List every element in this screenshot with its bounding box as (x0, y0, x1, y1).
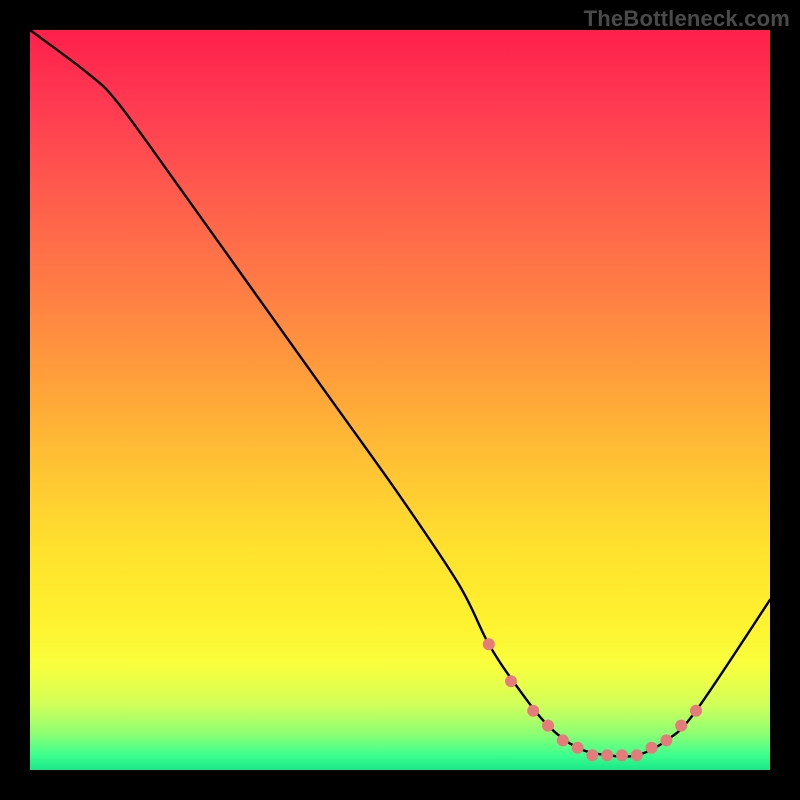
watermark-text: TheBottleneck.com (584, 6, 790, 32)
chart-frame: TheBottleneck.com (0, 0, 800, 800)
highlight-dot (601, 749, 613, 761)
bottleneck-curve (30, 30, 770, 757)
highlight-dot (505, 675, 517, 687)
highlight-dot-group (483, 638, 702, 761)
highlight-dot (675, 720, 687, 732)
highlight-dot (542, 720, 554, 732)
highlight-dot (646, 742, 658, 754)
highlight-dot (586, 749, 598, 761)
highlight-dot (483, 638, 495, 650)
highlight-dot (690, 705, 702, 717)
highlight-dot (527, 705, 539, 717)
highlight-dot (660, 734, 672, 746)
highlight-dot (616, 749, 628, 761)
highlight-dot (557, 734, 569, 746)
curve-layer (30, 30, 770, 770)
highlight-dot (572, 742, 584, 754)
plot-area (30, 30, 770, 770)
highlight-dot (631, 749, 643, 761)
